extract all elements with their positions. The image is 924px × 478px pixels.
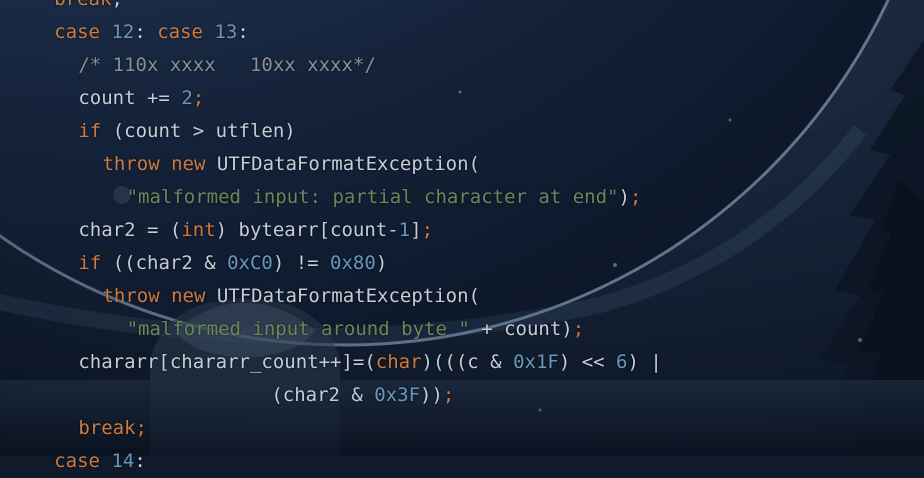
code-token: int (181, 219, 216, 241)
code-line[interactable]: chararr[chararr_count++]=(char)(((c & 0x… (78, 346, 661, 379)
code-line[interactable]: break; (54, 0, 123, 16)
code-token: ((char2 & (112, 252, 228, 274)
code-token: ) != (272, 252, 331, 274)
code-token: if (78, 252, 113, 274)
code-token: ; (192, 87, 205, 109)
code-token: ) bytearr[count- (215, 219, 399, 241)
code-token: 14 (111, 450, 135, 472)
code-token: ; (442, 384, 455, 406)
code-token: throw new (102, 285, 217, 307)
code-line[interactable]: throw new UTFDataFormatException( (102, 280, 480, 313)
code-line[interactable]: if (count > utflen) (78, 115, 295, 148)
code-line[interactable]: case 14: (54, 445, 146, 478)
code-line[interactable]: throw new UTFDataFormatException( (102, 148, 480, 181)
code-token: "malformed input: partial character at e… (126, 186, 619, 208)
code-token: 0x1F (513, 351, 559, 373)
code-token: 2 (181, 87, 193, 109)
code-token: if (78, 120, 113, 142)
code-line[interactable]: break; (78, 412, 147, 445)
code-token: ) | (627, 351, 662, 373)
code-line[interactable]: /* 110x xxxx 10xx xxxx*/ (78, 49, 375, 82)
code-line[interactable]: case 12: case 13: (54, 16, 249, 49)
code-token: : (237, 21, 249, 43)
code-token: 0x3F (374, 384, 421, 406)
code-token: case (157, 21, 215, 43)
code-token: 12 (111, 21, 135, 43)
code-line[interactable]: "malformed input: partial character at e… (127, 181, 642, 214)
code-line[interactable]: count += 2; (78, 82, 204, 115)
code-token: char2 = ( (78, 219, 182, 241)
code-token: ; (629, 186, 642, 208)
code-token: ) << (558, 351, 617, 373)
code-token: char (375, 351, 422, 373)
code-token: case (54, 21, 112, 43)
code-line[interactable]: "malformed input around byte " + count); (127, 313, 585, 346)
code-token: break; (78, 417, 147, 439)
code-token: 1 (398, 219, 411, 241)
code-token: break (54, 0, 111, 10)
code-token: "malformed input around byte " (126, 318, 470, 340)
code-token: throw new (102, 153, 217, 175)
code-token: ; (421, 219, 434, 241)
code-token: 6 (616, 351, 628, 373)
code-token: ; (572, 318, 585, 340)
code-token: count += (78, 87, 182, 109)
code-token: /* 110x xxxx 10xx xxxx*/ (78, 54, 376, 76)
code-token: UTFDataFormatException( (216, 153, 480, 175)
code-line[interactable]: char2 = (int) bytearr[count-1]; (78, 214, 433, 247)
code-token: ) (375, 252, 388, 274)
code-token: (char2 & (271, 384, 375, 406)
code-line[interactable]: (char2 & 0x3F)); (271, 379, 454, 412)
code-token: + count) (469, 318, 573, 340)
code-token: : (134, 450, 146, 472)
code-token: 0x80 (330, 252, 376, 274)
code-token: 0xC0 (227, 252, 273, 274)
code-token: (count > utflen) (112, 120, 296, 142)
code-token: UTFDataFormatException( (216, 285, 480, 307)
code-editor[interactable]: break;case 12: case 13:/* 110x xxxx 10xx… (0, 0, 924, 472)
code-token: case (54, 450, 112, 472)
code-token: ) (618, 186, 630, 208)
code-token: ] (410, 219, 422, 241)
code-token: )(((c & (421, 351, 514, 373)
code-token: 13 (214, 21, 238, 43)
code-token: ; (111, 0, 122, 10)
code-line[interactable]: if ((char2 & 0xC0) != 0x80) (78, 247, 387, 280)
code-token: chararr[chararr_count++]=( (78, 351, 376, 373)
code-token: : (134, 21, 158, 43)
code-token: )) (420, 384, 443, 406)
